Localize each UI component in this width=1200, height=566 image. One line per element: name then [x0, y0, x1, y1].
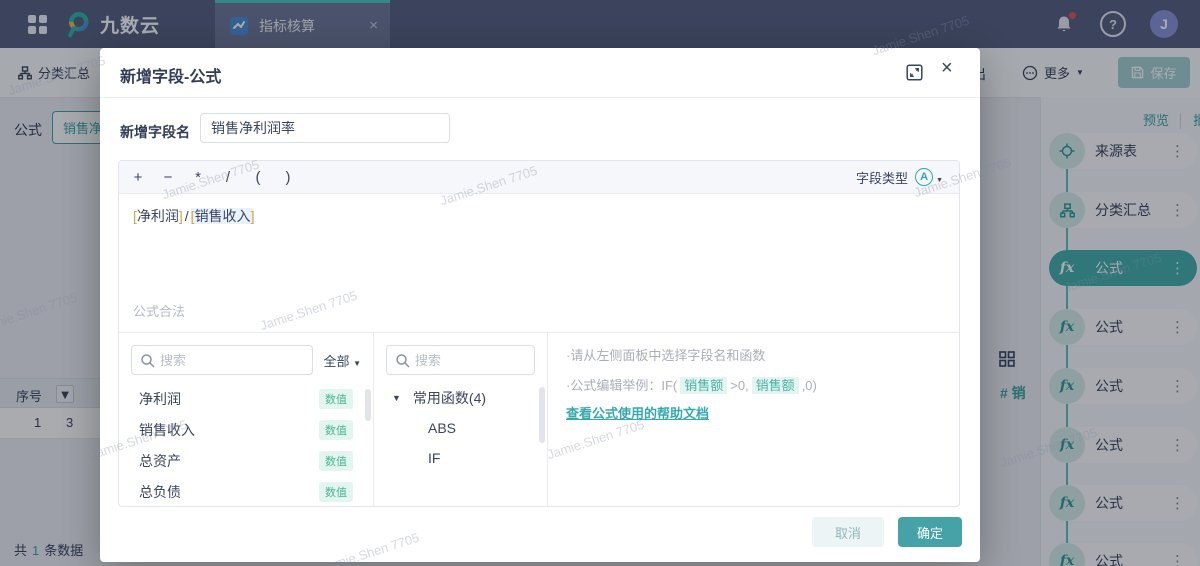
field-name: 总负债	[139, 483, 181, 500]
function-group-toggle[interactable]: ▼ 常用函数(4)	[386, 383, 535, 413]
field-list: 净利润 数值 销售收入 数值 总资产 数值 总负债 数值	[131, 383, 361, 506]
operator-open-paren-button[interactable]: (	[243, 169, 273, 186]
help-panel: ·请从左侧面板中选择字段名和函数 ·公式编辑举例：IF(销售额 >0, 销售额 ,0)…	[548, 333, 959, 506]
hint2-mid: >0,	[730, 378, 749, 393]
dialog-title: 新增字段-公式	[120, 69, 222, 86]
function-group-label: 常用函数(4)	[412, 390, 487, 406]
field-chip: 销售额	[680, 377, 728, 394]
functions-panel: ▼ 常用函数(4) ABS IF	[373, 333, 548, 506]
confirm-button[interactable]: 确定	[898, 517, 962, 547]
formula-token: [净利润]	[133, 208, 183, 224]
chevron-down-icon: ▼	[353, 358, 361, 368]
cancel-button[interactable]: 取消	[812, 517, 884, 547]
field-list-item[interactable]: 销售收入 数值	[131, 414, 361, 445]
field-name: 总资产	[139, 452, 181, 469]
field-name: 销售收入	[139, 421, 195, 438]
formula-token-highlighted: [销售收入]	[190, 208, 255, 224]
fields-search-input[interactable]	[132, 346, 313, 374]
function-item-abs[interactable]: ABS	[386, 413, 535, 443]
field-type-badge: 数值	[319, 450, 353, 471]
formula-valid-status: 公式合法	[133, 304, 186, 319]
field-list-item[interactable]: 总资产 数值	[131, 445, 361, 476]
help-doc-link[interactable]: 查看公式使用的帮助文档	[566, 403, 709, 422]
formula-input-area[interactable]: [净利润] / [销售收入] 公式合法	[119, 194, 959, 333]
add-field-formula-dialog: 新增字段-公式 × 新增字段名 + − * / ( ) 字段类型 A ▼	[100, 48, 980, 562]
app-root: 九数云 指标核算 × ? J 分类汇总 更多 ▼ 保存 公式 销售净 序号 ▼ …	[0, 0, 1200, 566]
operator-plus-button[interactable]: +	[123, 169, 153, 186]
field-chip: 销售额	[751, 377, 799, 394]
scrollbar-thumb[interactable]	[539, 387, 545, 443]
formula-expression: [净利润] / [销售收入]	[119, 194, 959, 238]
operator-divide-button[interactable]: /	[213, 169, 243, 186]
formula-field-ref: 销售收入	[194, 208, 251, 224]
search-icon	[396, 354, 410, 368]
operator-toolbar: + − * / ( ) 字段类型 A ▼	[119, 161, 959, 194]
field-type-badge: 数值	[319, 388, 353, 409]
field-list-item[interactable]: 总负债 数值	[131, 476, 361, 506]
operator-close-paren-button[interactable]: )	[273, 169, 303, 186]
functions-search-box	[386, 345, 535, 375]
field-type-badge: 数值	[319, 481, 353, 502]
field-filter-dropdown[interactable]: 全部 ▼	[323, 351, 361, 370]
close-icon[interactable]: ×	[941, 57, 953, 80]
field-type-auto-icon: A	[915, 168, 934, 186]
field-list-item[interactable]: 净利润 数值	[131, 383, 361, 414]
fields-panel: 全部 ▼ 净利润 数值 销售收入 数值 总资产	[119, 333, 373, 506]
fields-search-box	[131, 345, 314, 375]
formula-editor: + − * / ( ) 字段类型 A ▼ [净利润]/[销售收入] 公式合法	[118, 160, 960, 507]
help-hint-2: ·公式编辑举例：IF(销售额 >0, 销售额 ,0)	[566, 371, 941, 401]
hint2-suffix: ,0)	[801, 378, 817, 393]
field-type-selector[interactable]: 字段类型 A ▼	[856, 168, 955, 187]
operator-multiply-button[interactable]: *	[183, 169, 213, 186]
field-name: 净利润	[139, 390, 181, 407]
field-type-badge: 数值	[319, 419, 353, 440]
search-icon	[141, 354, 155, 368]
formula-field-ref: 净利润	[136, 208, 179, 224]
formula-operator: /	[184, 208, 189, 224]
field-type-label: 字段类型	[856, 170, 909, 186]
field-filter-label: 全部	[323, 353, 350, 369]
field-name-label: 新增字段名	[120, 124, 190, 140]
helper-panels: 全部 ▼ 净利润 数值 销售收入 数值 总资产	[119, 333, 959, 506]
scrollbar-thumb[interactable]	[365, 389, 371, 421]
field-name-input[interactable]	[200, 113, 450, 143]
operator-minus-button[interactable]: −	[153, 169, 183, 186]
chevron-down-icon: ▼	[936, 176, 943, 184]
dialog-header: 新增字段-公式 ×	[100, 48, 980, 98]
help-hint-1: ·请从左侧面板中选择字段名和函数	[566, 348, 766, 363]
maximize-icon[interactable]	[906, 64, 923, 81]
hint2-prefix: ·公式编辑举例：IF(	[566, 378, 678, 393]
triangle-down-icon: ▼	[392, 393, 401, 403]
function-item-if[interactable]: IF	[386, 443, 535, 473]
